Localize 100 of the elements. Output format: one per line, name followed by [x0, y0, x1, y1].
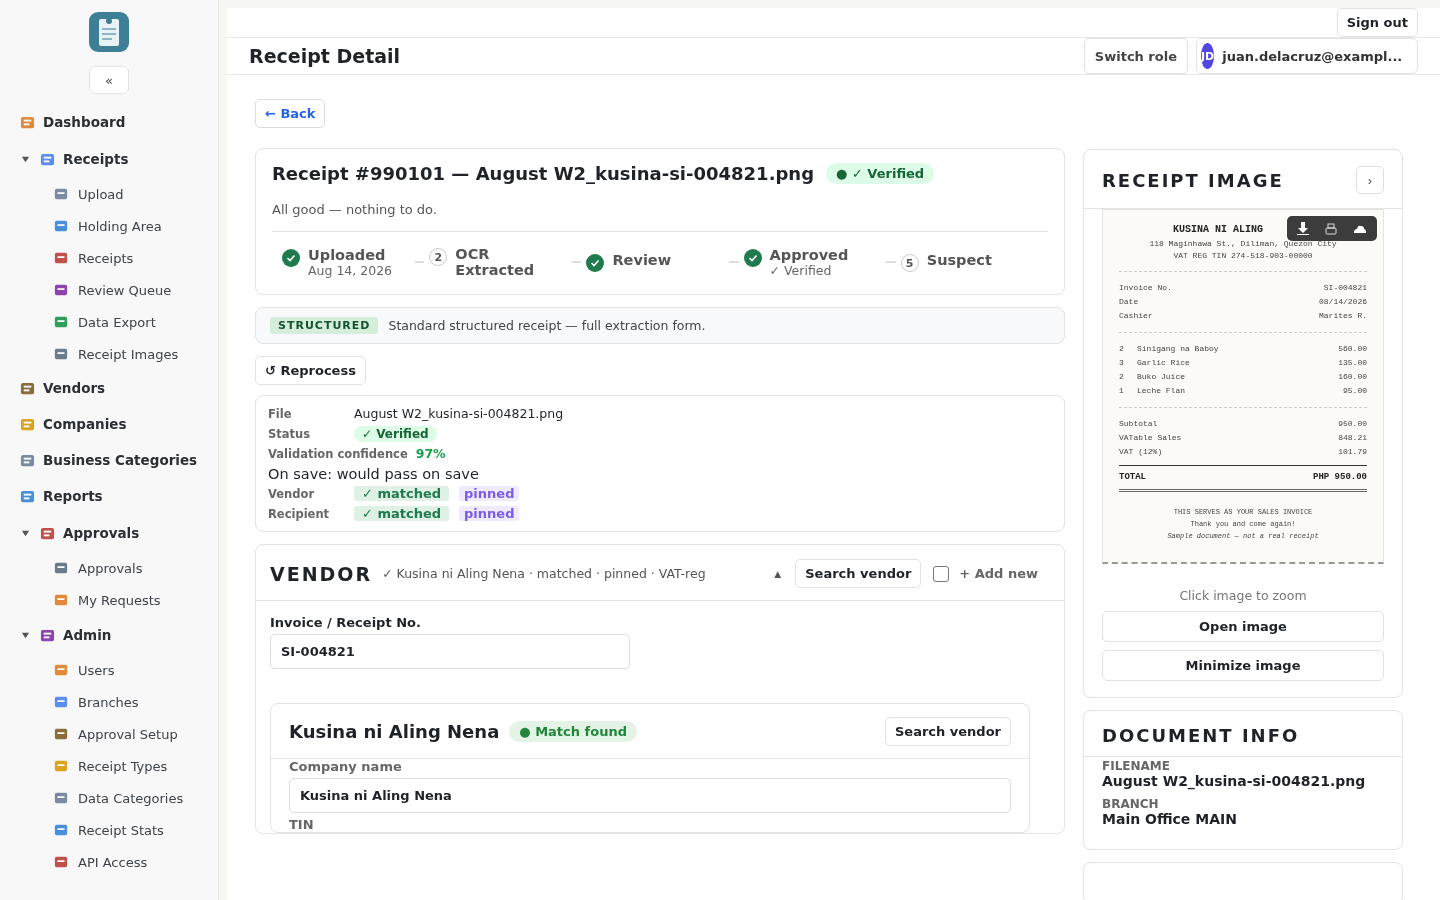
collapse-toggle[interactable]: ▲ [774, 568, 782, 579]
item-amount: 135.00 [1338, 357, 1367, 369]
search-vendor-button[interactable]: Search vendor [884, 717, 1011, 746]
item-quantity: 2 [1119, 371, 1125, 383]
receipt-value: Marites R. [1319, 310, 1367, 322]
search-vendor-button[interactable]: Search vendor [795, 559, 922, 588]
item-amount: 560.00 [1338, 343, 1367, 355]
download-icon[interactable] [1297, 222, 1309, 235]
nav-item[interactable]: Approvals [0, 514, 218, 552]
field-label: Invoice / Receipt No. [270, 615, 422, 630]
item-name: Buko Juice [1137, 371, 1186, 383]
nav-item[interactable]: Reports [0, 478, 218, 514]
nav-item[interactable]: Admin [0, 616, 218, 654]
tile-icon [54, 219, 68, 233]
store-address: 118 Maginhawa St., Diliman, Quezon City [1148, 238, 1338, 250]
receipt-label: VAT (12%) [1119, 446, 1163, 458]
item-amount: 95.00 [1343, 385, 1367, 397]
step-detail: ✓ Verified [769, 262, 832, 278]
tile-icon [54, 283, 68, 297]
user-menu[interactable]: JD juan.delacruz@exampl... [1196, 38, 1418, 74]
receipt-value: 101.79 [1338, 446, 1367, 458]
tile-icon [54, 187, 68, 201]
section-title: VENDOR [270, 562, 373, 585]
company-name-field[interactable]: Kusina ni Aling Nena [289, 778, 1011, 813]
invoice-number-field[interactable]: SI-004821 [270, 634, 630, 669]
cloud-icon[interactable] [1353, 224, 1367, 233]
nav-subitem[interactable]: Receipt Types [0, 750, 218, 782]
info-value: August W2_kusina-si-004821.png [1102, 773, 1367, 789]
field-label: Company name [289, 759, 403, 774]
nav-subitem[interactable]: Approval Setup [0, 718, 218, 750]
nav-subitem[interactable]: Receipts [0, 242, 218, 274]
next-button[interactable]: › [1356, 166, 1384, 194]
status-badge: ✓ Verified [354, 425, 437, 442]
type-description: Standard structured receipt — full extraction form. [388, 318, 706, 333]
receipt-document[interactable] [1102, 209, 1384, 564]
status-note: All good — nothing to do. [272, 202, 1048, 232]
nav-item[interactable]: Dashboard [0, 104, 218, 140]
item-quantity: 2 [1119, 343, 1125, 355]
receipt-label: Date [1119, 296, 1139, 308]
field-value: August W2_kusina-si-004821.png [354, 406, 564, 421]
tile-icon [20, 380, 35, 396]
step-label: Review [612, 252, 672, 268]
field-label: Status [268, 426, 312, 441]
match-badge: ● Match found [509, 721, 637, 742]
item-name: Leche Flan [1137, 385, 1186, 397]
user-email: juan.delacruz@exampl... [1222, 48, 1403, 64]
back-button[interactable]: ← Back [255, 99, 326, 128]
field-label: Vendor [268, 486, 316, 501]
nav-item[interactable]: Companies [0, 406, 218, 442]
pinned-tag: pinned [459, 486, 520, 501]
nav-subitem[interactable]: Upload [0, 178, 218, 210]
nav-subitem[interactable]: Data Export [0, 306, 218, 338]
nav-subitem[interactable]: Receipt Stats [0, 814, 218, 846]
nav-subitem[interactable]: API Access [0, 846, 218, 878]
tile-icon [54, 251, 68, 265]
info-label: BRANCH [1102, 797, 1160, 811]
open-image-button[interactable]: Open image [1102, 611, 1384, 642]
switch-role-button[interactable]: Switch role [1083, 38, 1188, 74]
status-badge: ● ✓ Verified [826, 163, 935, 184]
store-tin: VAT REG TIN 274-518-903-00000 [1172, 250, 1314, 262]
reprocess-button[interactable]: ↺ Reprocess [255, 356, 366, 385]
sign-out-button[interactable]: Sign out [1336, 8, 1418, 37]
nav-subitem[interactable]: Data Categories [0, 782, 218, 814]
zoom-hint: Click image to zoom [1178, 588, 1308, 603]
info-label: FILENAME [1102, 759, 1171, 773]
vendor-summary: ✓ Kusina ni Aling Nena · matched · pinned · VAT-reg [382, 566, 706, 581]
item-quantity: 3 [1119, 357, 1125, 369]
page-title: Receipt Detail [249, 45, 402, 67]
item-name: Garlic Rice [1137, 357, 1191, 369]
nav-subitem[interactable]: My Requests [0, 584, 218, 616]
nav-item[interactable]: Business Categories [0, 442, 218, 478]
tile-icon [40, 525, 55, 541]
nav-item[interactable]: Receipts [0, 140, 218, 178]
nav-subitem[interactable]: Branches [0, 686, 218, 718]
nav-subitem[interactable]: Review Queue [0, 274, 218, 306]
add-new-link[interactable]: + Add new [959, 566, 1038, 581]
nav-subitem[interactable]: Receipt Images [0, 338, 218, 370]
print-icon[interactable] [1325, 222, 1337, 235]
tile-icon [54, 663, 68, 677]
tile-icon [20, 488, 35, 504]
step-label: Suspect [926, 252, 992, 268]
vendor-name: Kusina ni Aling Nena [289, 721, 500, 742]
store-name: KUSINA NI ALING [1173, 224, 1263, 236]
minimize-image-button[interactable]: Minimize image [1102, 650, 1384, 681]
tile-icon [54, 315, 68, 329]
collapse-button[interactable]: « [89, 66, 129, 94]
info-value: Main Office MAIN [1102, 811, 1238, 827]
nav-subitem[interactable]: Holding Area [0, 210, 218, 242]
nav-subitem[interactable]: Users [0, 654, 218, 686]
pinned-tag: pinned [459, 506, 520, 521]
receipt-label: Invoice No. [1119, 282, 1172, 294]
nav-item[interactable]: Vendors [0, 370, 218, 406]
receipt-value: 848.21 [1338, 432, 1367, 444]
field-label: TIN [289, 817, 315, 832]
tile-icon [20, 114, 35, 130]
nav-subitem[interactable]: Approvals [0, 552, 218, 584]
tile-icon [54, 855, 68, 869]
step-label: Uploaded [308, 246, 387, 263]
receipt-label: VATable Sales [1119, 432, 1182, 444]
checkbox[interactable] [933, 565, 950, 582]
